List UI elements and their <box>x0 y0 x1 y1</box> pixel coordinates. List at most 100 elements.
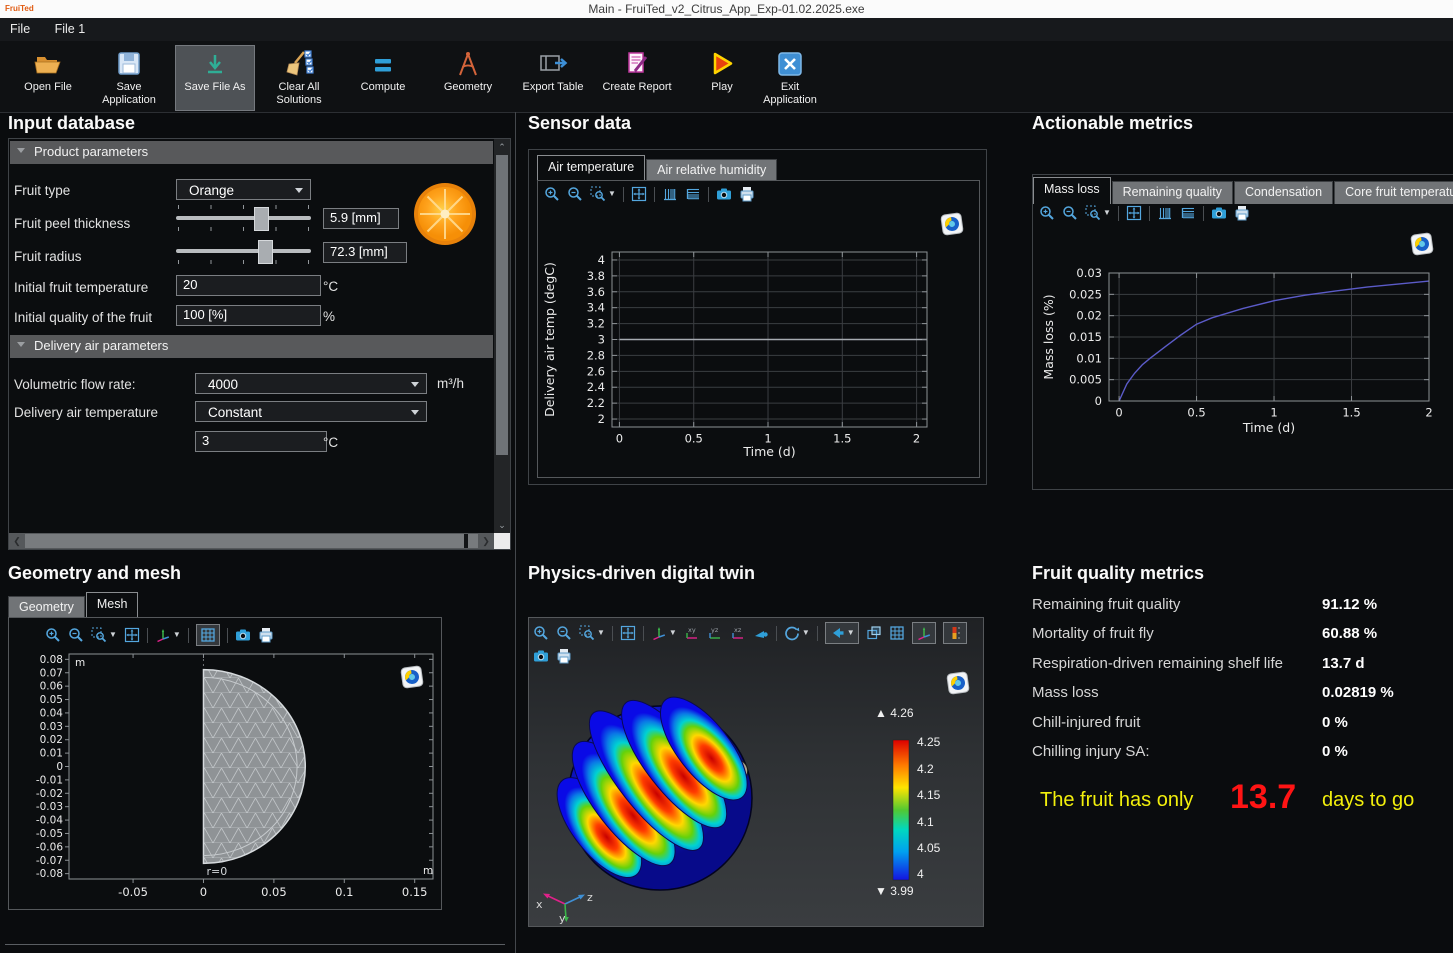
tab-remaining-quality[interactable]: Remaining quality <box>1112 181 1233 204</box>
print-button[interactable] <box>556 648 572 664</box>
zoom-extents-button[interactable] <box>1126 205 1142 221</box>
axes-3d-icon <box>916 625 932 641</box>
tick-labels: 00.511.5222.22.42.62.833.23.43.63.84 <box>587 253 921 446</box>
vertical-scrollbar[interactable]: ⌃ ⌄ <box>494 139 510 533</box>
product-parameters-header[interactable]: Product parameters <box>10 141 493 164</box>
svg-text:0.08: 0.08 <box>40 654 63 666</box>
x-axis-log-button[interactable] <box>1157 205 1173 221</box>
svg-text:3.6: 3.6 <box>587 285 605 299</box>
slider-track[interactable] <box>176 249 311 253</box>
initial-fruit-temperature-input[interactable]: 20 <box>176 275 321 296</box>
scroll-right-arrow[interactable]: ❯ <box>478 533 494 549</box>
toolbar-label: Geometry <box>433 81 503 94</box>
svg-text:3: 3 <box>598 333 605 347</box>
zoom-in-button[interactable] <box>533 625 549 641</box>
scroll-up-arrow[interactable]: ⌃ <box>494 139 510 155</box>
fruit-peel-thickness-slider[interactable] <box>176 205 311 231</box>
export-table-button[interactable]: Export Table <box>516 45 590 111</box>
scroll-down-arrow[interactable]: ⌄ <box>494 517 510 533</box>
default-view-button[interactable]: ▼ <box>825 622 859 644</box>
horizontal-scrollbar[interactable]: ❮ ❯ <box>9 533 494 549</box>
zoom-box-button[interactable]: ▼ <box>1085 205 1111 221</box>
snapshot-button[interactable] <box>1211 205 1227 221</box>
create-report-button[interactable]: Create Report <box>599 45 675 111</box>
svg-text:4: 4 <box>598 253 605 267</box>
scrollbar-thumb[interactable] <box>496 155 508 455</box>
menu-file[interactable]: File <box>0 18 40 36</box>
show-color-legend-button[interactable] <box>943 622 967 644</box>
show-axes-button[interactable] <box>912 622 936 644</box>
scrollbar-thumb[interactable] <box>25 534 478 548</box>
tab-condensation[interactable]: Condensation <box>1234 181 1333 204</box>
clear-all-solutions-button[interactable]: Clear All Solutions <box>260 45 338 111</box>
view-yz-button[interactable] <box>707 625 723 641</box>
metric-row: Mortality of fruit fly 60.88 % <box>1032 625 1452 647</box>
snapshot-button[interactable] <box>533 648 549 664</box>
slider-track[interactable] <box>176 216 311 220</box>
svg-text:0.01: 0.01 <box>40 748 63 760</box>
main-toolbar: Open File Save Application Save File As … <box>0 41 1453 113</box>
shelf-life-warning: The fruit has only 13.7 days to go <box>1032 775 1453 825</box>
delivery-air-temperature-dropdown[interactable]: Constant <box>195 401 427 422</box>
tab-mesh[interactable]: Mesh <box>86 592 139 619</box>
svg-text:2.8: 2.8 <box>587 348 605 362</box>
tab-air-temperature[interactable]: Air temperature <box>537 155 645 182</box>
view-xy-button[interactable] <box>684 625 700 641</box>
volumetric-flow-rate-dropdown[interactable]: 4000 <box>195 373 427 394</box>
title-bar: FruiTed Main - FruiTed_v2_Citrus_App_Exp… <box>0 0 1453 18</box>
open-file-button[interactable]: Open File <box>14 45 82 111</box>
fruit-sphere <box>529 666 771 905</box>
orange-fruit-image <box>412 181 478 247</box>
fruit-radius-label: Fruit radius <box>14 249 82 264</box>
svg-text:0: 0 <box>1115 406 1122 420</box>
collapse-triangle-icon <box>17 148 25 153</box>
fruit-type-dropdown[interactable]: Orange <box>176 179 311 200</box>
axis-orientation-button[interactable]: ▼ <box>651 625 677 641</box>
zoom-box-button[interactable]: ▼ <box>579 625 605 641</box>
fruit-radius-value[interactable]: 72.3 [mm] <box>323 242 407 263</box>
metric-label: Respiration-driven remaining shelf life <box>1032 655 1283 672</box>
menu-file1[interactable]: File 1 <box>45 18 96 36</box>
zoom-out-button[interactable] <box>1062 205 1078 221</box>
save-application-button[interactable]: Save Application <box>90 45 168 111</box>
scroll-left-arrow[interactable]: ❮ <box>9 533 25 549</box>
sensor-tabs: Air temperatureAir relative humidity <box>537 155 778 182</box>
initial-quality-input[interactable]: 100 [%] <box>176 305 321 326</box>
compute-button[interactable]: Compute <box>348 45 418 111</box>
sensor-chart: 00.511.5222.22.42.62.833.23.43.63.84Time… <box>538 181 979 482</box>
delivery-air-temperature-input[interactable]: 3 <box>195 431 327 452</box>
zoom-extents-button[interactable] <box>620 625 636 641</box>
fruit-peel-thickness-value[interactable]: 5.9 [mm] <box>323 208 399 229</box>
svg-text:0.01: 0.01 <box>1076 351 1102 365</box>
exit-application-button[interactable]: Exit Application <box>752 45 828 111</box>
metric-label: Remaining fruit quality <box>1032 596 1180 613</box>
rotate-view-button[interactable]: ▼ <box>784 625 810 641</box>
delivery-air-parameters-header[interactable]: Delivery air parameters <box>10 335 493 358</box>
y-axis-log-button[interactable] <box>1180 205 1196 221</box>
svg-text:0.1: 0.1 <box>335 885 353 899</box>
transparency-button[interactable] <box>866 625 882 641</box>
tab-core-fruit-temperature[interactable]: Core fruit temperature <box>1334 181 1453 204</box>
zoom-in-button[interactable] <box>1039 205 1055 221</box>
geometry-button[interactable]: Geometry <box>432 45 504 111</box>
perspective-button[interactable] <box>753 625 769 641</box>
column-divider[interactable] <box>515 112 516 953</box>
play-triangle-icon <box>707 49 737 79</box>
view-xz-button[interactable] <box>730 625 746 641</box>
tab-geometry[interactable]: Geometry <box>8 596 85 619</box>
window-title: Main - FruiTed_v2_Citrus_App_Exp-01.02.2… <box>0 2 1453 16</box>
input-database-title: Input database <box>8 113 135 134</box>
tab-mass-loss[interactable]: Mass loss <box>1033 177 1111 204</box>
actionable-metrics-title: Actionable metrics <box>1032 113 1193 134</box>
fruit-radius-slider[interactable] <box>176 238 311 264</box>
save-file-as-button[interactable]: Save File As <box>175 45 255 111</box>
tab-air-relative-humidity[interactable]: Air relative humidity <box>646 159 777 182</box>
blue-x-icon <box>775 49 805 79</box>
colorbar-min-marker: ▼ 3.99 <box>875 884 914 898</box>
delivery-air-temperature-label: Delivery air temperature <box>14 405 158 420</box>
scene-grid-button[interactable] <box>889 625 905 641</box>
axis-triad-icon <box>651 625 667 641</box>
zoom-out-button[interactable] <box>556 625 572 641</box>
play-button[interactable]: Play <box>692 45 752 111</box>
print-button[interactable] <box>1234 205 1250 221</box>
